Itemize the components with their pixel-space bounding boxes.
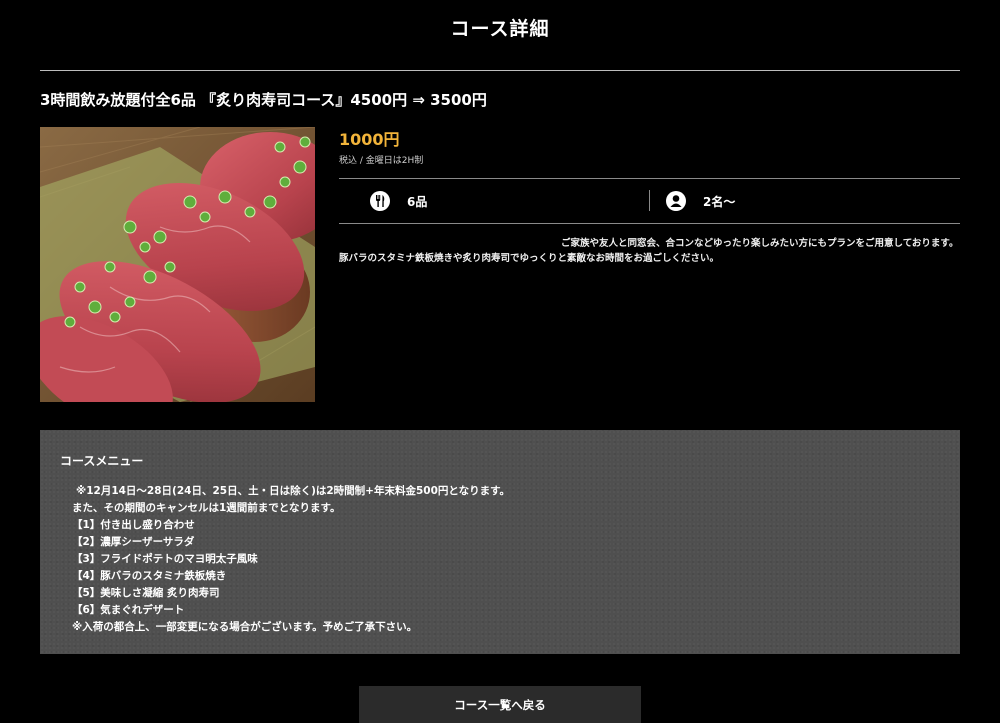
menu-heading: コースメニュー	[60, 454, 144, 468]
course-price: 1000円	[339, 130, 400, 149]
dish-count-text: 6品	[407, 194, 428, 209]
people-count: 2名～	[666, 189, 735, 213]
menu-line: 【6】気まぐれデザート	[72, 604, 185, 616]
menu-line: 【4】豚バラのスタミナ鉄板焼き	[72, 570, 227, 582]
menu-line: 【1】付き出し盛り合わせ	[72, 519, 195, 531]
menu-line: また、その期間のキャンセルは1週間前までとなります。	[72, 502, 341, 514]
menu-line: ※入荷の都合上、一部変更になる場合がございます。予めご了承下さい。	[72, 621, 418, 633]
info-divider	[649, 190, 650, 211]
course-photo	[40, 127, 315, 402]
course-menu-panel: コースメニュー ※12月14日～28日(24日、25日、土・日は除く)は2時間制…	[40, 430, 960, 654]
back-to-course-list-button[interactable]: コース一覧へ戻る	[359, 686, 641, 723]
course-title: 3時間飲み放題付全6品 『炙り肉寿司コース』4500円 ⇒ 3500円	[40, 91, 487, 109]
info-rule-bottom	[339, 223, 960, 224]
menu-line: ※12月14日～28日(24日、25日、土・日は除く)は2時間制+年末料金500…	[76, 485, 511, 497]
page-title: コース詳細	[450, 18, 550, 40]
price-note: 税込 / 金曜日は2H制	[339, 156, 424, 166]
fork-knife-icon	[370, 191, 390, 211]
course-description: ご家族や友人と同窓会、合コンなどゆったり楽しみたい方にもプランをご用意しておりま…	[339, 238, 959, 264]
menu-line: 【5】美味しさ凝縮 炙り肉寿司	[72, 587, 220, 599]
dish-count: 6品	[370, 189, 427, 213]
people-count-text: 2名～	[703, 194, 736, 209]
menu-list: ※12月14日～28日(24日、25日、土・日は除く)は2時間制+年末料金500…	[72, 483, 932, 636]
info-rule-top	[339, 178, 960, 179]
person-icon	[666, 191, 686, 211]
menu-line: 【2】濃厚シーザーサラダ	[72, 536, 195, 548]
menu-line: 【3】フライドポテトのマヨ明太子風味	[72, 553, 258, 565]
title-divider	[40, 70, 960, 71]
